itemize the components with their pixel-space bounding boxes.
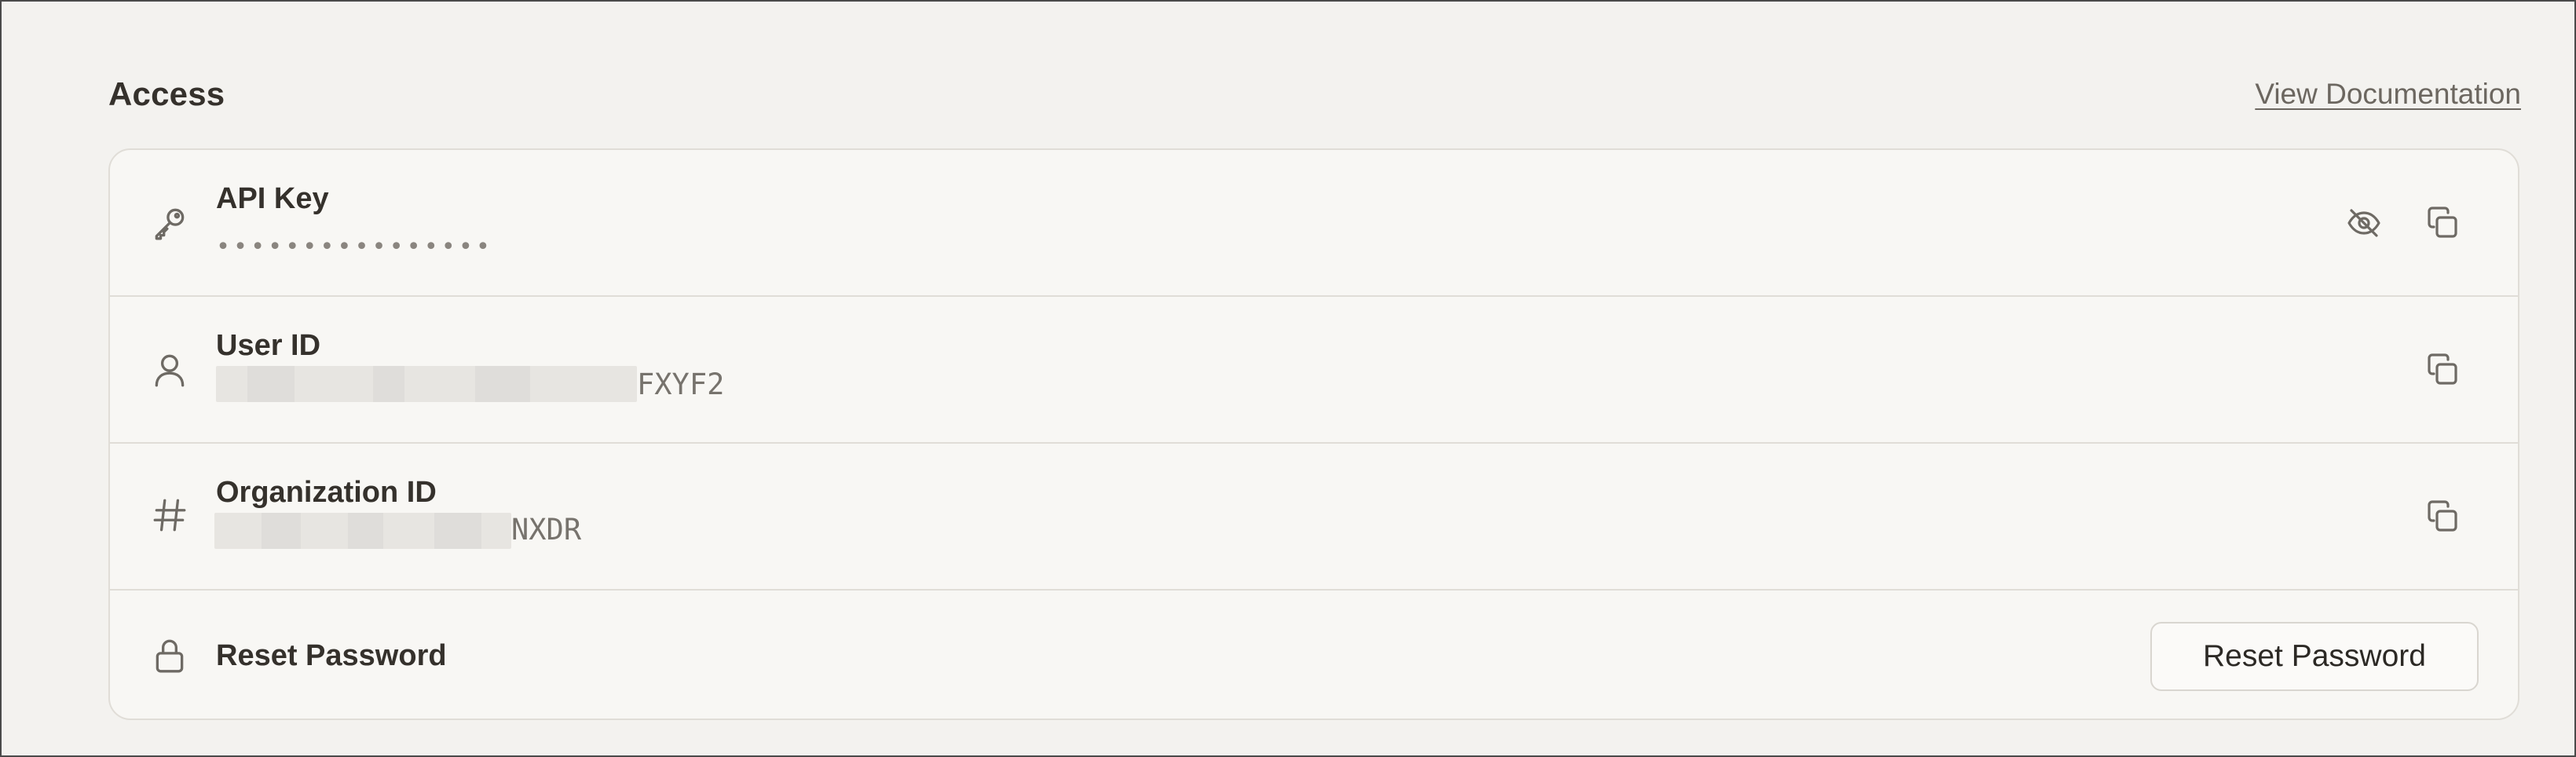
organization-id-actions	[2420, 444, 2464, 589]
api-key-actions	[2342, 150, 2464, 295]
copy-icon[interactable]	[2420, 495, 2464, 539]
lock-icon	[150, 636, 189, 675]
access-panel: Access View Documentation API Key ••••••…	[0, 0, 2576, 757]
user-id-row: User ID FXYF2	[110, 297, 2518, 444]
api-key-masked-value: ••••••••••••••••	[216, 233, 493, 261]
hash-icon	[150, 496, 189, 535]
redacted-user-id	[216, 366, 637, 402]
copy-icon[interactable]	[2420, 348, 2464, 392]
eye-off-icon[interactable]	[2342, 201, 2386, 245]
reset-password-button[interactable]: Reset Password	[2150, 622, 2479, 691]
reset-password-row: Reset Password Reset Password	[110, 591, 2518, 719]
key-icon	[150, 203, 189, 243]
user-icon	[150, 350, 189, 389]
reset-password-label: Reset Password	[216, 639, 447, 672]
copy-icon[interactable]	[2420, 201, 2464, 245]
organization-id-value: NXDR	[511, 513, 582, 547]
api-key-label: API Key	[216, 182, 329, 215]
section-title: Access	[108, 75, 225, 112]
user-id-value: FXYF2	[637, 368, 725, 401]
organization-id-label: Organization ID	[216, 476, 437, 509]
view-documentation-link[interactable]: View Documentation	[2255, 72, 2521, 116]
user-id-actions	[2420, 297, 2464, 442]
section-header: Access View Documentation	[108, 72, 2521, 116]
redacted-organization-id	[214, 513, 511, 549]
organization-id-row: Organization ID NXDR	[110, 444, 2518, 591]
user-id-label: User ID	[216, 329, 321, 362]
access-card: API Key •••••••••••••••• User ID FXYF2 O…	[108, 148, 2519, 720]
api-key-row: API Key ••••••••••••••••	[110, 150, 2518, 297]
